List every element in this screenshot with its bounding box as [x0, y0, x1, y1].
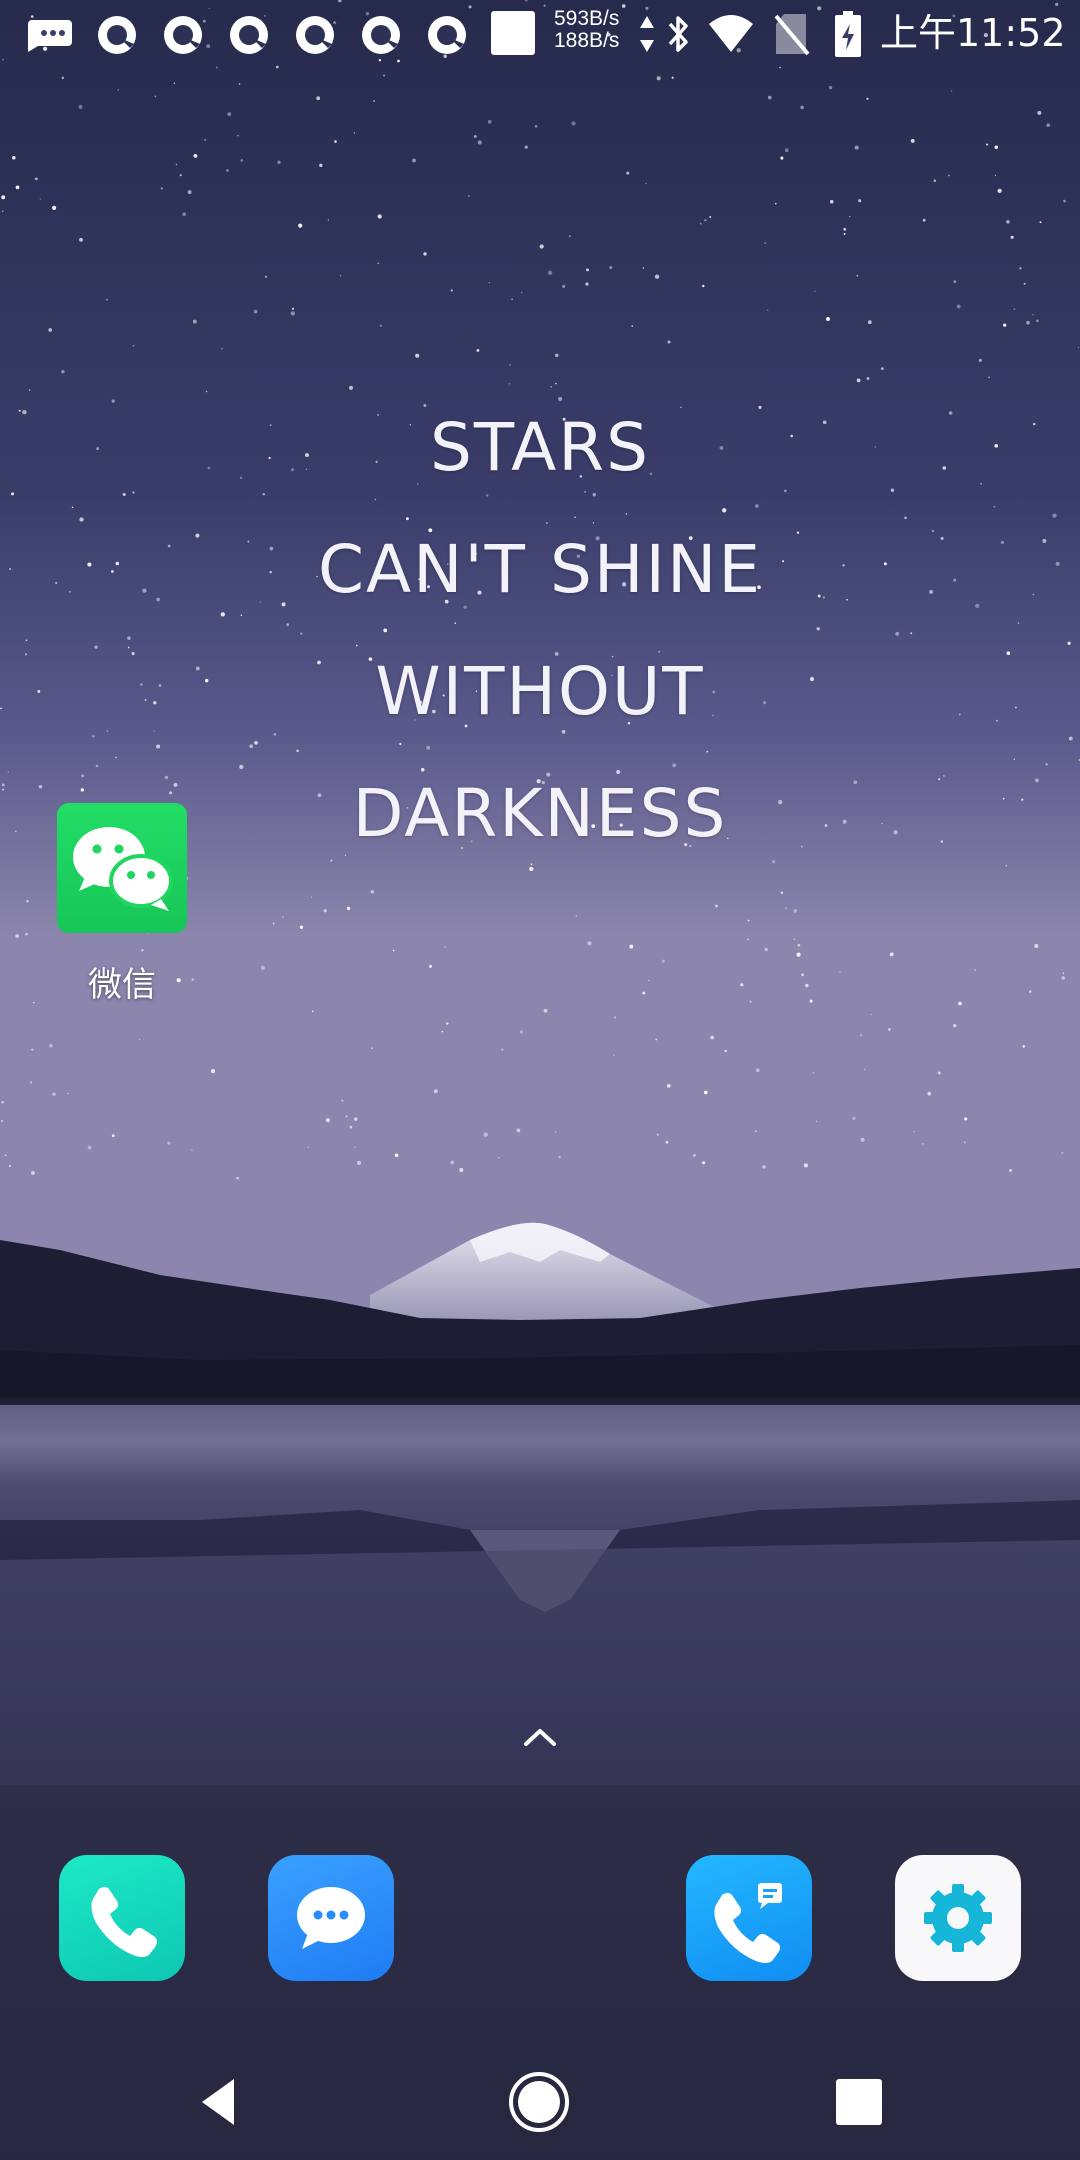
navigation-bar: [0, 2045, 1080, 2160]
back-icon[interactable]: [186, 2067, 256, 2137]
phone-icon: [91, 1887, 157, 1957]
status-clock: 上午11:52: [880, 11, 1066, 55]
app-notification-icon: [230, 16, 268, 54]
app-label-wechat: 微信: [88, 965, 156, 1005]
quote-line-1: STARS: [430, 409, 650, 486]
app-notification-icon: [491, 11, 535, 55]
net-upload-speed: 593B/s: [554, 7, 620, 30]
dock-app-settings[interactable]: [895, 1855, 1021, 1981]
wechat-icon[interactable]: [57, 803, 187, 933]
dock-app-messages[interactable]: [268, 1855, 394, 1981]
home-screen: 593B/s 188B/s 上午11:52 STARS CAN'T SHINE …: [0, 0, 1080, 2160]
quote-line-2: CAN'T SHINE: [317, 531, 763, 608]
app-notification-icon: [362, 16, 400, 54]
battery-charging-icon: [835, 11, 861, 57]
no-sim-icon: [774, 14, 810, 56]
chevron-up-icon[interactable]: [520, 1722, 560, 1752]
app-notification-icon: [98, 16, 136, 54]
home-icon[interactable]: [504, 2067, 574, 2137]
wifi-icon: [709, 15, 753, 52]
status-bar: 593B/s 188B/s 上午11:52: [0, 0, 1080, 68]
bluetooth-icon: [668, 16, 688, 52]
app-notification-icon: [164, 16, 202, 54]
settings-icon: [924, 1884, 992, 1952]
app-notification-icon: [296, 16, 334, 54]
data-arrows-icon: [640, 16, 654, 52]
quote-line-3: WITHOUT: [375, 653, 705, 730]
contacts-icon: [714, 1883, 782, 1963]
messages-icon: [297, 1887, 365, 1949]
dock-app-phone[interactable]: [59, 1855, 185, 1981]
dock: [0, 1785, 1080, 2045]
network-speed: 593B/s 188B/s: [554, 8, 640, 52]
notification-icon: [28, 20, 72, 52]
dock-app-contacts[interactable]: [686, 1855, 812, 1981]
app-notification-icon: [428, 16, 466, 54]
net-download-speed: 188B/s: [554, 29, 620, 52]
recents-icon[interactable]: [824, 2067, 894, 2137]
